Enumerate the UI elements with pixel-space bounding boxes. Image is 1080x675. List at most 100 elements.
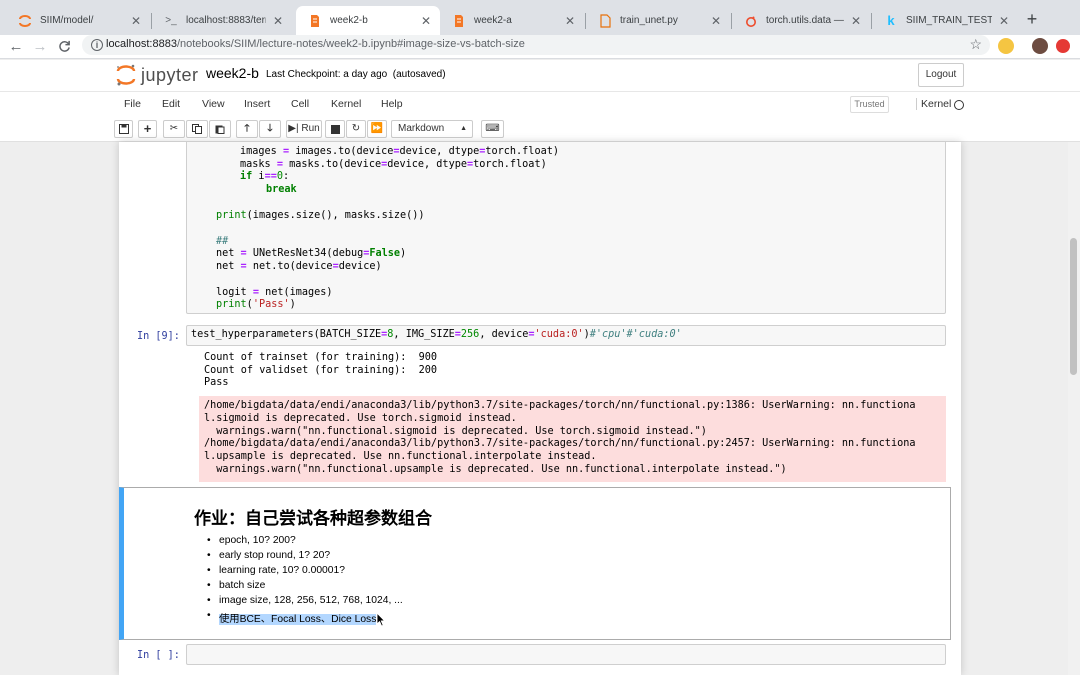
bullet-icon: • [207,550,211,561]
url-text[interactable]: localhost:8883/notebooks/SIIM/lecture-no… [106,38,525,50]
tab-title: week2-b [330,15,368,26]
restart-button[interactable]: ↻ [346,120,366,138]
copy-button[interactable] [186,120,208,138]
code-line: print('Pass') [216,299,296,310]
trusted-indicator[interactable]: Trusted [850,96,889,113]
profile-avatar[interactable] [1032,38,1048,54]
site-info-icon[interactable]: i [91,39,103,51]
new-tab-button[interactable]: + [1022,9,1042,29]
copy-icon [192,124,202,134]
list-item-text: epoch, 10? 200? [219,535,296,546]
page-scrollbar[interactable] [1068,142,1080,675]
save-button[interactable] [114,120,133,138]
address-bar[interactable]: i localhost:8883/notebooks/SIIM/lecture-… [82,35,990,55]
menu-insert[interactable]: Insert [244,98,270,110]
code-line: net = net.to(device=device) [216,261,382,272]
arrow-down-icon: 🡓 [267,123,273,134]
save-icon [118,124,129,134]
run-label: Run [301,123,320,134]
close-icon[interactable]: ✕ [130,14,142,28]
extension-icon[interactable] [998,38,1014,54]
close-icon[interactable]: ✕ [850,14,862,28]
checkpoint-text: Last Checkpoint: a day ago [266,69,388,80]
close-icon[interactable]: ✕ [272,14,284,28]
jupyter-logo[interactable]: jupyter [115,63,199,87]
notebook-favicon-icon [308,14,322,28]
restart-run-all-button[interactable]: ⏩ [367,120,387,138]
close-icon[interactable]: ✕ [710,14,722,28]
notebook-toolbar: + ✂ 🡑 🡓 ▶| Run ↻ ⏩ Markdown▲▼ ⌨ [0,118,1080,148]
warning-line: warnings.warn("nn.functional.upsample is… [204,464,787,475]
cell-type-select[interactable]: Markdown▲▼ [391,120,473,148]
jupyter-logo-icon [116,64,136,86]
browser-tab-7[interactable]: k SIIM_TRAIN_TEST | Kaggle ✕ [872,6,1018,35]
bullet-icon: • [207,595,211,606]
list-item: • batch size [207,580,265,591]
browser-tab-2[interactable]: >_ localhost:8883/terminals/1 ✕ [152,6,292,35]
scrollbar-thumb[interactable] [1070,238,1077,375]
reload-icon[interactable] [54,37,74,57]
browser-toolbar: ← → i localhost:8883/notebooks/SIIM/lect… [0,35,1080,59]
cut-button[interactable]: ✂ [163,120,185,138]
menu-edit[interactable]: Edit [162,98,180,110]
terminal-icon: >_ [165,15,177,26]
empty-code-cell-input[interactable] [186,644,946,665]
warning-line: /home/bigdata/data/endi/anaconda3/lib/py… [204,400,916,411]
list-item: • early stop round, 1? 20? [207,550,331,561]
paste-button[interactable] [209,120,231,138]
tab-title: SIIM_TRAIN_TEST | Kaggle [906,15,992,26]
checkpoint-status: Last Checkpoint: a day ago (autosaved) [266,69,446,80]
stop-icon [330,125,340,134]
code-cell-input[interactable]: . . . images = images.to(device=device, … [186,142,946,314]
logout-button[interactable]: Logout [918,63,964,87]
bullet-icon: • [207,580,211,591]
record-icon[interactable] [1056,39,1070,53]
browser-tab-3[interactable]: week2-b ✕ [296,6,440,35]
kernel-idle-icon [954,100,964,110]
menu-help[interactable]: Help [381,98,403,110]
insert-cell-button[interactable]: + [138,120,157,138]
input-prompt: In [ ]: [137,650,180,661]
move-up-button[interactable]: 🡑 [236,120,258,138]
menu-view[interactable]: View [202,98,225,110]
close-icon[interactable]: ✕ [420,14,432,28]
paste-icon [215,125,225,134]
move-down-button[interactable]: 🡓 [259,120,281,138]
redo-icon: ↻ [351,123,361,134]
close-icon[interactable]: ✕ [998,14,1010,28]
file-icon [598,13,612,28]
menu-file[interactable]: File [124,98,141,110]
code-line: images = images.to(device=device, dtype=… [240,146,559,157]
output-line: Pass [204,377,229,388]
browser-tab-5[interactable]: train_unet.py ✕ [586,6,730,35]
bullet-icon: • [207,565,211,576]
bookmark-star-icon[interactable]: ☆ [969,36,982,53]
markdown-cell-selected[interactable]: 作业：自己尝试各种超参数组合 • epoch, 10? 200? • early s… [119,487,951,640]
notebook-name[interactable]: week2-b [206,65,259,81]
browser-tab-6[interactable]: torch.utils.data — PyTorch ✕ [732,6,870,35]
code-line: net = UNetResNet34(debug=False) [216,248,407,259]
url-path: /notebooks/SIIM/lecture-notes/week2-b.ip… [176,38,525,50]
code-cell-input[interactable]: test_hyperparameters(BATCH_SIZE=8, IMG_S… [186,325,946,346]
back-arrow-icon[interactable]: ← [6,37,26,57]
jupyter-header: jupyter week2-b Last Checkpoint: a day a… [0,60,1080,91]
menu-kernel[interactable]: Kernel [331,98,361,110]
fast-forward-icon: ⏩ [370,123,384,134]
command-palette-button[interactable]: ⌨ [481,120,504,138]
list-item-text: early stop round, 1? 20? [219,550,331,561]
keyboard-icon: ⌨ [485,123,500,134]
kaggle-favicon-icon: k [887,13,895,28]
pytorch-favicon-icon [744,14,758,28]
tab-title: localhost:8883/terminals/1 [186,15,266,26]
arrow-up-icon: 🡑 [244,123,250,134]
interrupt-button[interactable] [325,120,345,138]
input-prompt: In [9]: [137,331,180,342]
list-item: • learning rate, 10? 0.00001? [207,565,345,576]
browser-tab-1[interactable]: SIIM/model/ ✕ [6,6,150,35]
browser-tab-4[interactable]: week2-a ✕ [440,6,584,35]
run-button[interactable]: ▶| Run [286,120,322,138]
forward-arrow-icon[interactable]: → [30,37,50,57]
menu-cell[interactable]: Cell [291,98,309,110]
output-line: Count of trainset (for training): 900 [204,352,438,363]
close-icon[interactable]: ✕ [564,14,576,28]
